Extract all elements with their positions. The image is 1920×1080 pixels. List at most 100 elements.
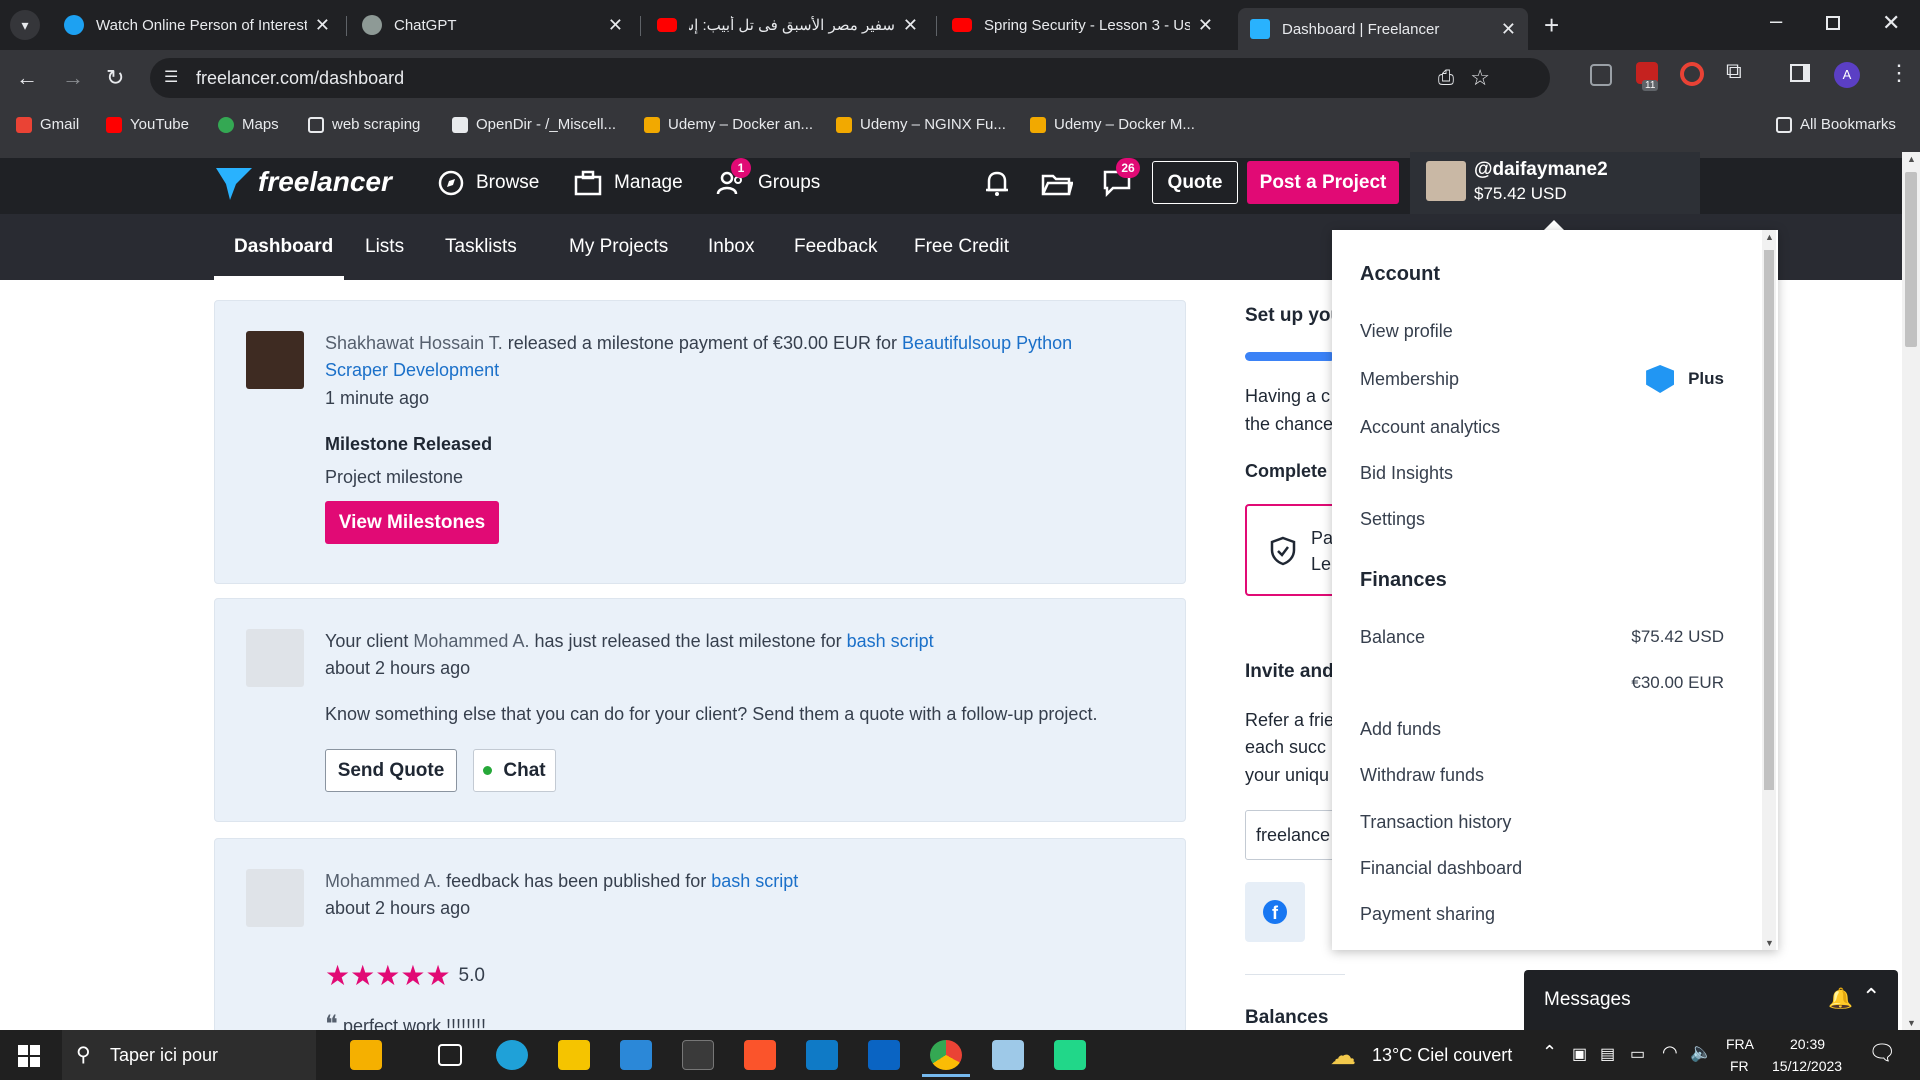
subnav-tasklists[interactable]: Tasklists	[445, 236, 517, 258]
browser-tab[interactable]: Spring Security - Lesson 3 - Use ✕	[940, 8, 1225, 42]
battery-icon[interactable]: ▭	[1630, 1044, 1645, 1064]
pycharm-icon[interactable]	[1054, 1040, 1086, 1070]
send-quote-button[interactable]: Send Quote	[325, 749, 457, 792]
subnav-lists[interactable]: Lists	[365, 236, 404, 258]
menu-account-analytics[interactable]: Account analytics	[1360, 417, 1500, 438]
close-tab-icon[interactable]: ✕	[1501, 19, 1516, 40]
bookmark-udemy-nginx[interactable]: Udemy – NGINX Fu...	[836, 116, 1006, 133]
site-info-icon[interactable]: ☰	[164, 58, 178, 98]
menu-financial-dashboard[interactable]: Financial dashboard	[1360, 858, 1522, 879]
menu-membership[interactable]: Membership	[1360, 369, 1459, 390]
freelancer-logo[interactable]: freelancer	[214, 162, 392, 202]
extension-icon[interactable]	[1680, 62, 1704, 86]
scroll-down-icon[interactable]: ▼	[1765, 938, 1774, 948]
tab-search-button[interactable]: ▾	[10, 10, 40, 40]
menu-bid-insights[interactable]: Bid Insights	[1360, 463, 1453, 484]
bookmark-maps[interactable]: Maps	[218, 116, 279, 133]
forward-icon[interactable]: →	[62, 66, 84, 90]
user-name-link[interactable]: Mohammed A.	[413, 631, 529, 651]
user-name-link[interactable]: Shakhawat Hossain T.	[325, 333, 503, 353]
subnav-feedback[interactable]: Feedback	[794, 236, 877, 258]
outlook-icon[interactable]	[868, 1040, 900, 1070]
install-app-icon[interactable]: ⎙	[1438, 58, 1454, 98]
menu-settings[interactable]: Settings	[1360, 509, 1425, 530]
chat-button[interactable]: Chat	[473, 749, 556, 792]
task-view-icon[interactable]	[438, 1044, 462, 1066]
vscode-icon[interactable]	[806, 1040, 838, 1070]
bookmark-youtube[interactable]: YouTube	[106, 116, 189, 133]
back-icon[interactable]: ←	[16, 66, 38, 90]
language-code[interactable]: FRA	[1726, 1036, 1754, 1052]
project-link[interactable]: bash script	[711, 871, 798, 891]
nav-browse[interactable]: Browse	[438, 170, 539, 196]
keyboard-layout[interactable]: FR	[1730, 1058, 1749, 1074]
projects-folder-icon[interactable]	[1041, 170, 1073, 198]
chrome-icon[interactable]	[930, 1040, 962, 1070]
subnav-dashboard[interactable]: Dashboard	[234, 236, 333, 258]
view-milestones-button[interactable]: View Milestones	[325, 501, 499, 544]
dropdown-scrollbar[interactable]: ▲ ▼	[1762, 230, 1776, 950]
nav-groups[interactable]: Groups	[716, 170, 820, 196]
reload-icon[interactable]: ↻	[106, 66, 124, 90]
windows-start-icon[interactable]	[18, 1045, 40, 1067]
notification-bell-icon[interactable]: 🔔	[1828, 986, 1853, 1011]
user-account-menu[interactable]: @daifaymane2 $75.42 USD	[1410, 152, 1700, 214]
extension-icon[interactable]	[1590, 64, 1612, 86]
project-link[interactable]: bash script	[847, 631, 934, 651]
minimize-window-button[interactable]: –	[1770, 8, 1782, 34]
close-tab-icon[interactable]: ✕	[315, 15, 330, 36]
folder-app-icon[interactable]	[350, 1040, 382, 1070]
menu-payment-sharing[interactable]: Payment sharing	[1360, 904, 1495, 925]
chrome-menu-icon[interactable]: ⋮	[1888, 60, 1910, 86]
taskbar-search-box[interactable]: ⚲ Taper ici pour	[62, 1030, 316, 1080]
close-tab-icon[interactable]: ✕	[903, 15, 918, 36]
bookmark-folder-web-scraping[interactable]: web scraping	[308, 116, 420, 133]
clock-date[interactable]: 15/12/2023	[1772, 1058, 1842, 1074]
ms-store-icon[interactable]	[620, 1040, 652, 1070]
menu-transaction-history[interactable]: Transaction history	[1360, 812, 1511, 833]
browser-tab[interactable]: ChatGPT ✕	[350, 8, 635, 42]
tray-app-icon[interactable]: ▣	[1572, 1044, 1587, 1064]
wifi-icon[interactable]: ◠	[1662, 1042, 1678, 1063]
nav-manage[interactable]: Manage	[574, 170, 683, 196]
user-name-link[interactable]: Mohammed A.	[325, 871, 441, 891]
browser-tab[interactable]: سفير مصر الأسبق فى تل أبيب: إس... ✕	[645, 8, 930, 42]
file-explorer-icon[interactable]	[558, 1040, 590, 1070]
facebook-share-button[interactable]: f	[1245, 882, 1305, 942]
verification-card[interactable]: Pa Le	[1245, 504, 1345, 596]
new-tab-button[interactable]: +	[1544, 10, 1559, 41]
edge-icon[interactable]	[496, 1040, 528, 1070]
post-project-button[interactable]: Post a Project	[1247, 161, 1399, 204]
close-tab-icon[interactable]: ✕	[608, 15, 623, 36]
browser-tab-active[interactable]: Dashboard | Freelancer ✕	[1238, 8, 1528, 50]
weather-text[interactable]: 13°C Ciel couvert	[1372, 1045, 1512, 1066]
scroll-up-icon[interactable]: ▲	[1907, 154, 1916, 164]
chevron-up-icon[interactable]: ⌃	[1862, 984, 1880, 1010]
browser-tab[interactable]: Watch Online Person of Interest ✕	[52, 8, 342, 42]
clock-time[interactable]: 20:39	[1790, 1036, 1825, 1052]
project-link[interactable]: Beautifulsoup Python	[902, 333, 1072, 353]
scroll-up-icon[interactable]: ▲	[1765, 232, 1774, 242]
bookmark-gmail[interactable]: Gmail	[16, 116, 79, 133]
tray-chevron-icon[interactable]: ⌃	[1542, 1042, 1557, 1063]
address-bar[interactable]: ☰ freelancer.com/dashboard ⎙ ☆	[150, 58, 1550, 98]
notifications-bell-icon[interactable]	[983, 168, 1011, 198]
all-bookmarks[interactable]: All Bookmarks	[1776, 116, 1896, 133]
bookmark-udemy-docker[interactable]: Udemy – Docker an...	[644, 116, 813, 133]
subnav-free-credit[interactable]: Free Credit	[914, 236, 1009, 258]
page-scrollbar-thumb[interactable]	[1905, 172, 1917, 347]
notifications-icon[interactable]: 🗨	[1868, 1040, 1896, 1066]
bookmark-star-icon[interactable]: ☆	[1470, 58, 1490, 98]
page-scrollbar[interactable]: ▲ ▼	[1902, 152, 1920, 1030]
bookmark-udemy-docker-m[interactable]: Udemy – Docker M...	[1030, 116, 1195, 133]
menu-withdraw-funds[interactable]: Withdraw funds	[1360, 765, 1484, 786]
profile-avatar[interactable]: A	[1834, 62, 1860, 88]
menu-view-profile[interactable]: View profile	[1360, 321, 1453, 342]
tray-app-icon[interactable]: ▤	[1600, 1044, 1615, 1064]
weather-cloud-icon[interactable]: ☁	[1330, 1040, 1356, 1071]
restore-window-button[interactable]	[1826, 16, 1840, 30]
menu-add-funds[interactable]: Add funds	[1360, 719, 1441, 740]
extensions-puzzle-icon[interactable]: ⧉	[1726, 58, 1742, 84]
dropdown-scrollbar-thumb[interactable]	[1764, 250, 1774, 790]
project-link[interactable]: Scraper Development	[325, 360, 499, 380]
